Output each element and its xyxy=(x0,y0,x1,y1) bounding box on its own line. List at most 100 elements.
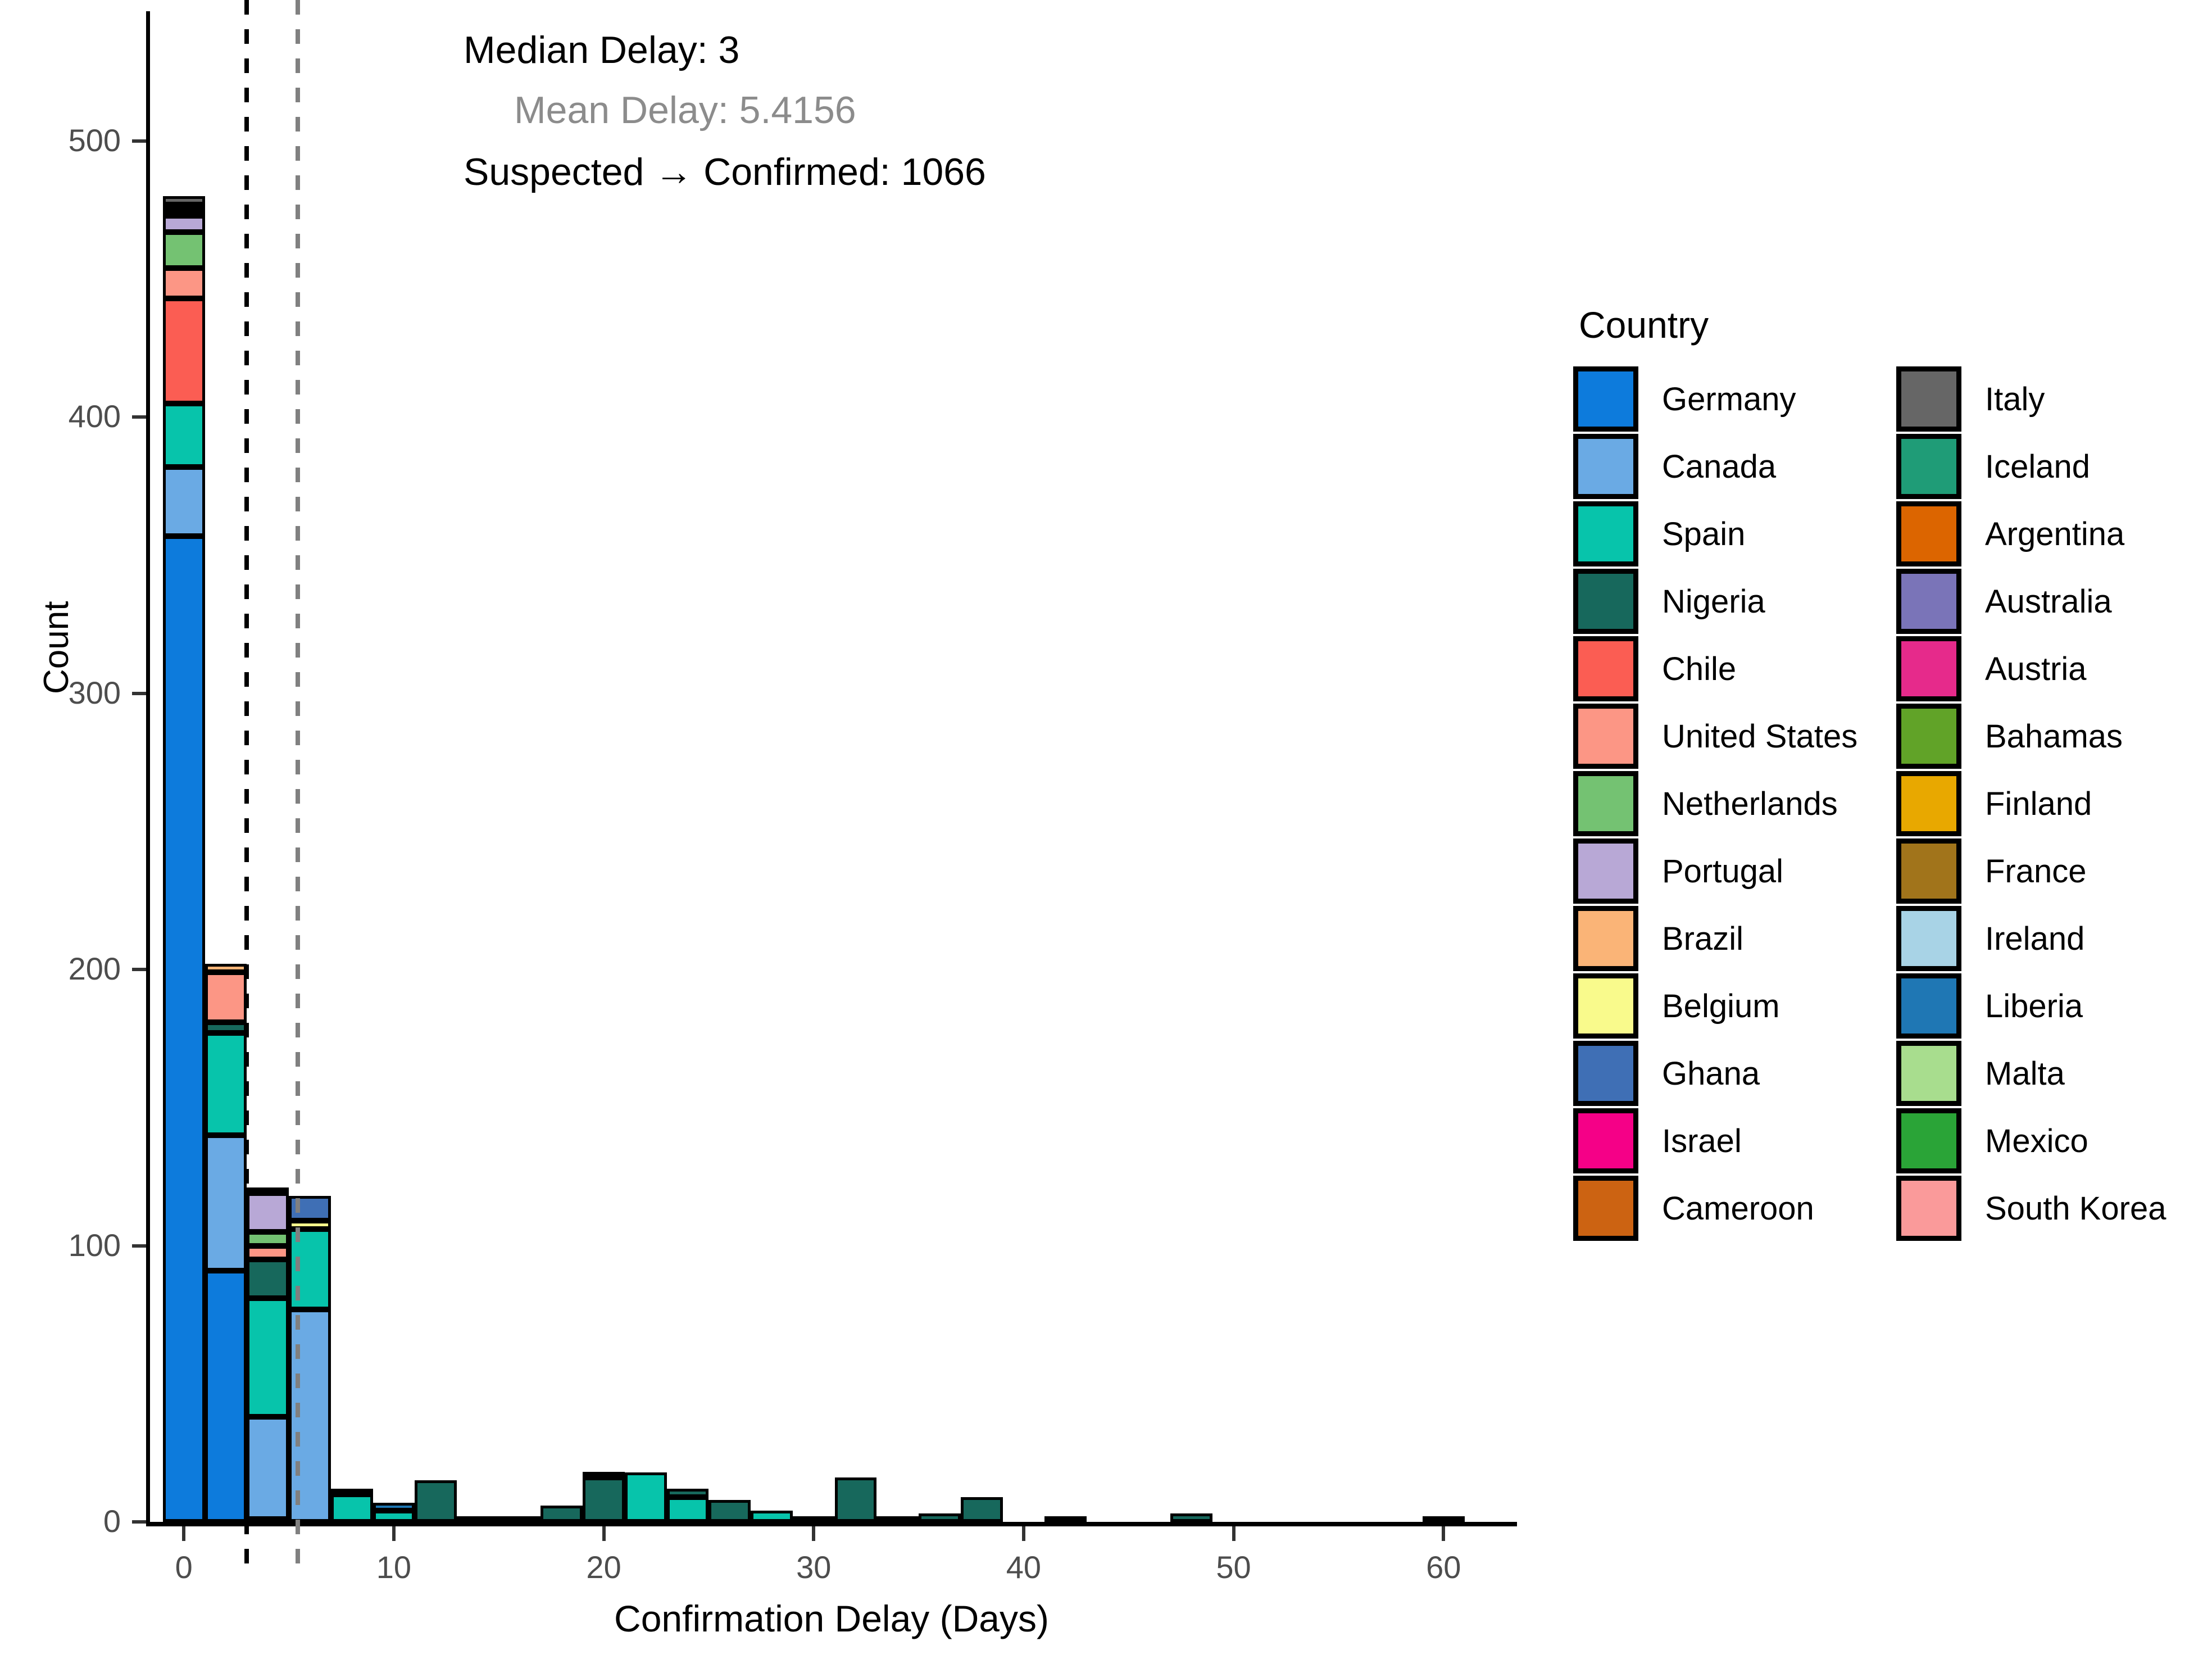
bar-stack[interactable] xyxy=(162,196,205,1522)
bar-stack[interactable] xyxy=(457,1516,499,1522)
bar-segment[interactable] xyxy=(247,1232,289,1246)
bar-stack[interactable] xyxy=(1044,1516,1087,1522)
bar-segment[interactable] xyxy=(919,1513,961,1522)
legend-item[interactable]: South Korea xyxy=(1896,1175,2188,1242)
bar-stack[interactable] xyxy=(330,1488,373,1522)
bar-segment[interactable] xyxy=(205,1033,247,1136)
bar-segment[interactable] xyxy=(751,1511,793,1522)
bar-segment[interactable] xyxy=(708,1499,751,1522)
bar-segment[interactable] xyxy=(415,1480,457,1522)
bar-segment[interactable] xyxy=(247,1417,289,1520)
legend-item[interactable]: Australia xyxy=(1896,568,2188,635)
legend-item[interactable]: Germany xyxy=(1573,365,1896,433)
bar-segment[interactable] xyxy=(666,1497,709,1522)
legend-item[interactable]: Israel xyxy=(1573,1107,1896,1175)
bar-segment[interactable] xyxy=(666,1489,709,1497)
bar-segment[interactable] xyxy=(792,1516,835,1522)
bar-segment[interactable] xyxy=(205,972,247,1022)
bar-segment[interactable] xyxy=(162,196,205,205)
bar-segment[interactable] xyxy=(1422,1516,1465,1522)
bar-segment[interactable] xyxy=(373,1502,415,1511)
bar-segment[interactable] xyxy=(373,1511,415,1522)
legend-item[interactable]: Italy xyxy=(1896,365,2188,433)
legend-item-label: Ireland xyxy=(1985,920,2085,957)
bar-segment[interactable] xyxy=(583,1477,625,1522)
bar-segment[interactable] xyxy=(247,1187,289,1194)
legend-item[interactable]: Bahamas xyxy=(1896,702,2188,770)
legend-item[interactable]: Ireland xyxy=(1896,905,2188,972)
bar-segment[interactable] xyxy=(162,210,205,216)
legend-item[interactable]: Ghana xyxy=(1573,1040,1896,1107)
x-axis-title: Confirmation Delay (Days) xyxy=(614,1598,1049,1639)
legend-item[interactable]: Finland xyxy=(1896,770,2188,837)
legend-item[interactable]: Mexico xyxy=(1896,1107,2188,1175)
bar-stack[interactable] xyxy=(205,964,247,1522)
legend-item[interactable]: United States xyxy=(1573,702,1896,770)
legend-item-label: Nigeria xyxy=(1662,583,1765,620)
bar-segment[interactable] xyxy=(498,1516,541,1522)
bar-stack[interactable] xyxy=(708,1499,751,1522)
bar-segment[interactable] xyxy=(624,1472,667,1522)
bar-segment[interactable] xyxy=(960,1497,1003,1522)
legend-item-label: France xyxy=(1985,853,2087,890)
bar-segment[interactable] xyxy=(162,268,205,299)
bar-segment[interactable] xyxy=(330,1494,373,1522)
bar-segment[interactable] xyxy=(162,215,205,233)
bar-segment[interactable] xyxy=(247,1298,289,1417)
legend-item[interactable]: Spain xyxy=(1573,500,1896,568)
bar-segment[interactable] xyxy=(162,204,205,210)
bar-stack[interactable] xyxy=(834,1477,877,1522)
legend-item[interactable]: Liberia xyxy=(1896,972,2188,1040)
legend-item[interactable]: Belgium xyxy=(1573,972,1896,1040)
x-tick-label: 40 xyxy=(1006,1549,1042,1585)
bar-stack[interactable] xyxy=(373,1502,415,1522)
bar-stack[interactable] xyxy=(1170,1513,1213,1522)
bar-segment[interactable] xyxy=(540,1505,583,1522)
bar-segment[interactable] xyxy=(1170,1513,1213,1522)
bar-segment[interactable] xyxy=(162,466,205,536)
bar-segment[interactable] xyxy=(330,1488,373,1494)
bar-segment[interactable] xyxy=(205,1022,247,1034)
legend-item[interactable]: Brazil xyxy=(1573,905,1896,972)
bar-stack[interactable] xyxy=(960,1497,1003,1522)
legend-item[interactable]: Malta xyxy=(1896,1040,2188,1107)
bar-segment[interactable] xyxy=(205,1135,247,1271)
bar-stack[interactable] xyxy=(540,1505,583,1522)
bar-segment[interactable] xyxy=(205,1270,247,1522)
bar-stack[interactable] xyxy=(498,1516,541,1522)
legend-item[interactable]: Cameroon xyxy=(1573,1175,1896,1242)
legend-item[interactable]: Nigeria xyxy=(1573,568,1896,635)
bar-stack[interactable] xyxy=(919,1513,961,1522)
legend-item[interactable]: Iceland xyxy=(1896,433,2188,500)
bar-stack[interactable] xyxy=(247,1187,289,1522)
bar-segment[interactable] xyxy=(457,1516,499,1522)
bar-stack[interactable] xyxy=(876,1516,919,1522)
bar-stack[interactable] xyxy=(751,1511,793,1522)
legend-swatch-icon xyxy=(1573,1176,1638,1241)
legend-item[interactable]: Austria xyxy=(1896,635,2188,702)
bar-segment[interactable] xyxy=(247,1245,289,1260)
bar-segment[interactable] xyxy=(247,1259,289,1298)
bar-segment[interactable] xyxy=(162,403,205,467)
bar-segment[interactable] xyxy=(205,964,247,973)
bar-segment[interactable] xyxy=(834,1477,877,1522)
legend-item[interactable]: Argentina xyxy=(1896,500,2188,568)
bar-segment[interactable] xyxy=(162,298,205,404)
legend-item[interactable]: Netherlands xyxy=(1573,770,1896,837)
bar-segment[interactable] xyxy=(162,536,205,1522)
bar-stack[interactable] xyxy=(583,1472,625,1522)
bar-stack[interactable] xyxy=(624,1472,667,1522)
bar-segment[interactable] xyxy=(876,1516,919,1522)
bar-segment[interactable] xyxy=(162,232,205,269)
legend-item[interactable]: Canada xyxy=(1573,433,1896,500)
bar-segment[interactable] xyxy=(583,1472,625,1478)
legend-item[interactable]: France xyxy=(1896,837,2188,905)
legend-item[interactable]: Chile xyxy=(1573,635,1896,702)
bar-stack[interactable] xyxy=(1422,1516,1465,1522)
legend-item[interactable]: Portugal xyxy=(1573,837,1896,905)
bar-stack[interactable] xyxy=(666,1489,709,1522)
bar-stack[interactable] xyxy=(415,1480,457,1522)
bar-segment[interactable] xyxy=(1044,1516,1087,1522)
bar-stack[interactable] xyxy=(792,1516,835,1522)
bar-segment[interactable] xyxy=(247,1193,289,1232)
